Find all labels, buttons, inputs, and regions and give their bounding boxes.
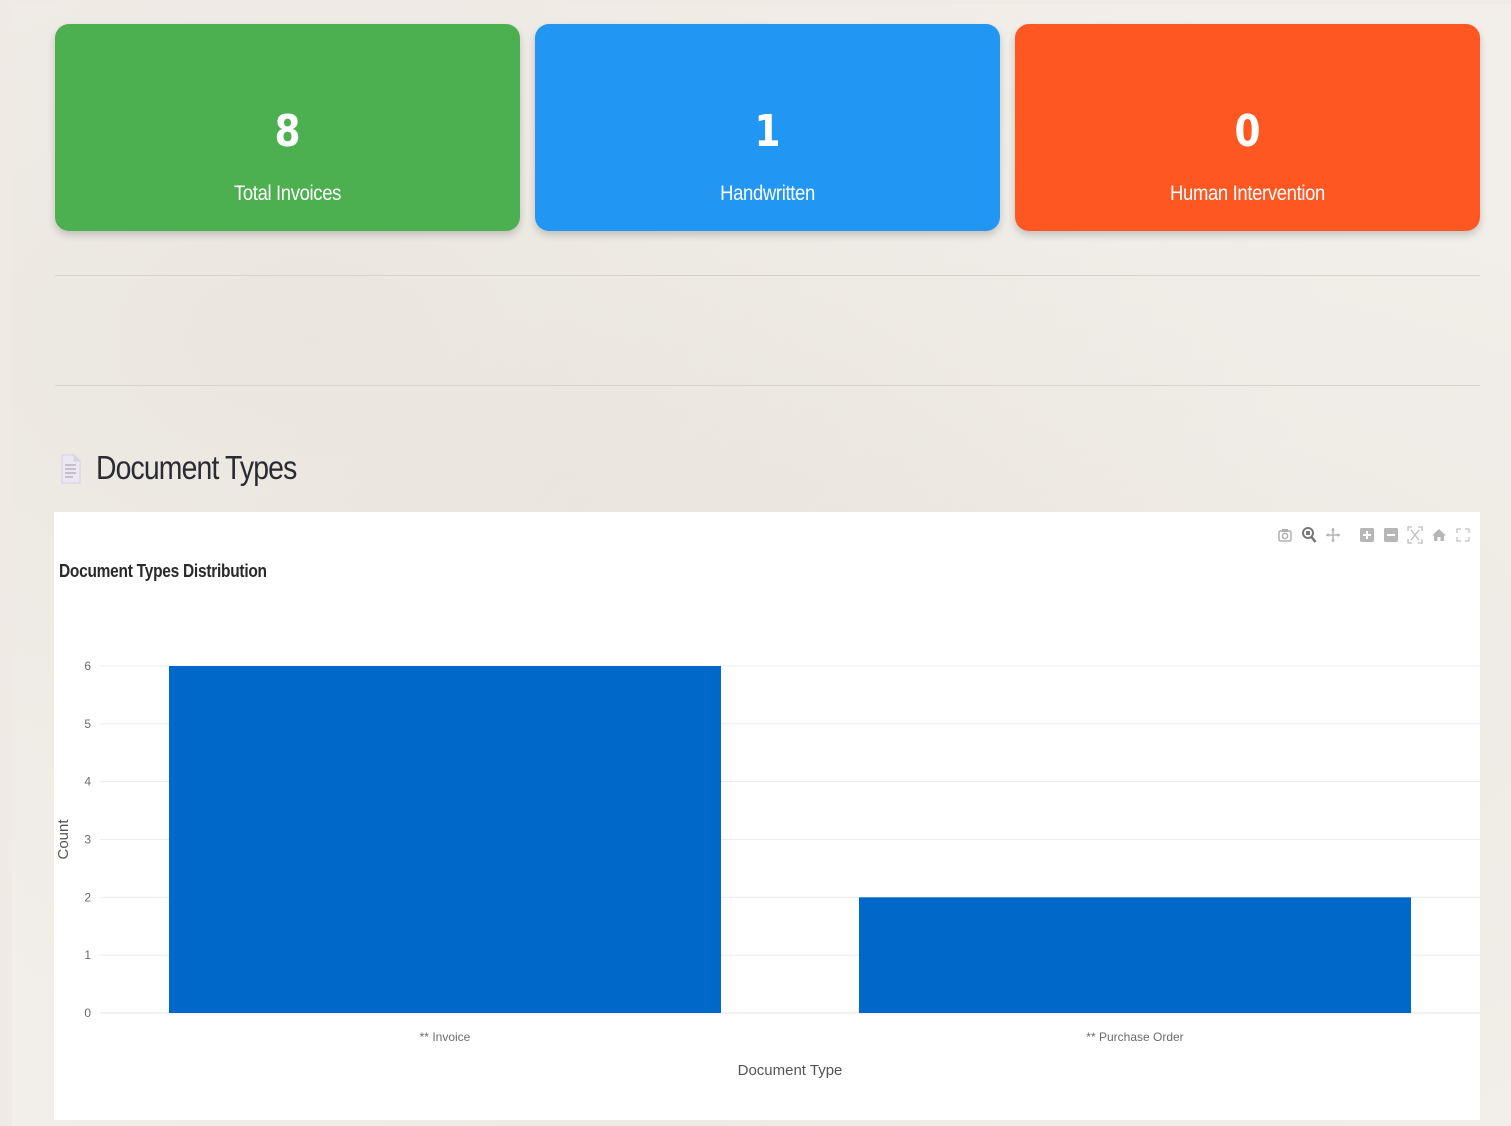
y-tick-label: 1	[84, 948, 91, 962]
bar-chart: 0 1 2 3 4 5 6 ** Invoice ** Purchase Order Docume…	[55, 659, 1480, 1079]
fullscreen-icon[interactable]	[1454, 524, 1472, 546]
y-tick-label: 4	[84, 775, 91, 789]
divider	[55, 275, 1480, 276]
chart-title: Document Types Distribution	[59, 561, 267, 581]
metric-card-handwritten: 1 Handwritten	[535, 24, 1000, 231]
metric-value: 8	[274, 106, 301, 157]
metric-value: 0	[1234, 106, 1261, 157]
metric-card-total-invoices: 8 Total Invoices	[55, 24, 520, 231]
metric-label: Human Intervention	[1170, 182, 1325, 205]
y-tick-label: 5	[84, 717, 91, 731]
zoom-icon[interactable]	[1300, 524, 1318, 546]
reset-axes-icon[interactable]	[1430, 524, 1448, 546]
document-icon	[61, 454, 81, 484]
section-title: Document Types	[96, 449, 297, 486]
camera-icon[interactable]	[1276, 524, 1294, 546]
x-axis-title: Document Type	[738, 1062, 843, 1079]
y-tick-label: 3	[84, 833, 91, 847]
metric-label: Handwritten	[720, 182, 815, 205]
autoscale-icon[interactable]	[1406, 524, 1424, 546]
y-tick-label: 6	[84, 659, 91, 673]
pan-icon[interactable]	[1324, 524, 1342, 546]
metric-card-human-intervention: 0 Human Intervention	[1015, 24, 1480, 231]
divider	[55, 385, 1480, 386]
bar[interactable]	[859, 897, 1411, 1013]
metric-value: 1	[754, 106, 781, 157]
bar[interactable]	[169, 666, 721, 1013]
y-tick-label: 2	[84, 890, 91, 904]
y-tick-label: 0	[84, 1006, 91, 1020]
metric-label: Total Invoices	[233, 182, 342, 205]
x-tick-label: ** Invoice	[420, 1030, 471, 1044]
zoom-in-icon[interactable]	[1358, 524, 1376, 546]
chart-panel: 0 1 2 3 4 5 6 ** Invoice ** Purchase Order Docume…	[54, 512, 1480, 1120]
zoom-out-icon[interactable]	[1382, 524, 1400, 546]
chart-toolbar	[1276, 524, 1472, 546]
y-axis-title: Count	[55, 819, 72, 860]
section-header: Document Types	[60, 448, 329, 488]
x-tick-label: ** Purchase Order	[1086, 1030, 1183, 1044]
